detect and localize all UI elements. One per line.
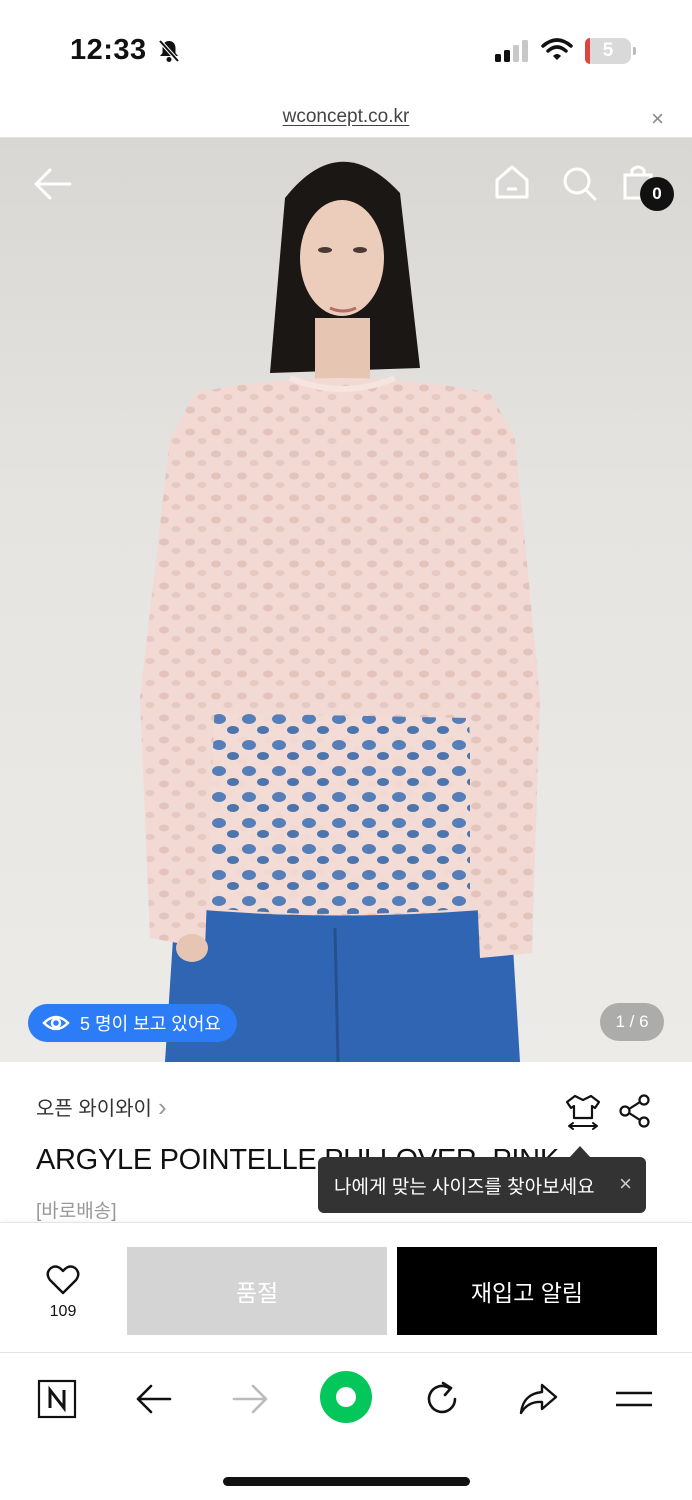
brand-name: 오픈 와이와이 <box>36 1098 152 1120</box>
back-arrow-icon[interactable] <box>34 168 72 200</box>
restock-alert-button[interactable]: 재입고 알림 <box>397 1247 657 1335</box>
back-icon[interactable] <box>132 1377 176 1421</box>
product-photo <box>140 161 540 1062</box>
brand-link[interactable]: 오픈 와이와이 › <box>36 1092 167 1121</box>
share-forward-icon[interactable] <box>516 1377 560 1421</box>
tooltip-close-icon[interactable]: × <box>619 1171 632 1197</box>
chevron-right-icon: › <box>157 1091 167 1122</box>
url-bar: wconcept.co.kr × <box>0 100 692 138</box>
status-time: 12:33 <box>70 34 147 66</box>
viewers-text: 5 명이 보고 있어요 <box>80 1014 221 1034</box>
soldout-button[interactable]: 품절 <box>127 1247 387 1335</box>
tooltip-text: 나에게 맞는 사이즈를 찾아보세요 <box>334 1176 595 1198</box>
shipping-tag: [바로배송] <box>36 1201 117 1222</box>
search-icon[interactable] <box>562 166 598 202</box>
size-tooltip: 나에게 맞는 사이즈를 찾아보세요 × <box>318 1157 646 1213</box>
reload-icon[interactable] <box>420 1377 464 1421</box>
share-icon[interactable] <box>618 1094 652 1128</box>
bell-slash-icon <box>158 39 180 63</box>
browser-toolbar <box>0 1352 692 1500</box>
status-bar: 12:33 5 <box>0 0 692 100</box>
home-indicator[interactable] <box>223 1477 470 1486</box>
cellular-signal-icon <box>495 40 528 62</box>
like-count: 109 <box>49 1303 77 1320</box>
naver-n-icon[interactable] <box>35 1377 79 1421</box>
battery-icon: 5 <box>585 38 636 64</box>
heart-icon[interactable] <box>46 1265 80 1295</box>
green-dot-icon[interactable] <box>318 1369 374 1425</box>
page-indicator: 1 / 6 <box>600 1003 664 1041</box>
battery-level: 5 <box>602 40 614 61</box>
url-text[interactable]: wconcept.co.kr <box>0 106 692 128</box>
forward-icon[interactable] <box>228 1377 272 1421</box>
wifi-icon <box>541 38 573 60</box>
home-icon[interactable] <box>494 164 530 200</box>
cart-count-badge: 0 <box>640 177 674 211</box>
menu-icon[interactable] <box>612 1377 656 1421</box>
viewers-badge: 5 명이 보고 있어요 <box>28 1004 237 1042</box>
size-guide-icon[interactable] <box>563 1092 603 1132</box>
eye-icon <box>42 1015 70 1031</box>
close-icon[interactable]: × <box>651 106 664 132</box>
purchase-action-bar: 109 품절 재입고 알림 <box>0 1222 692 1352</box>
product-image-carousel[interactable]: 5 명이 보고 있어요 1 / 6 <box>0 138 692 1062</box>
